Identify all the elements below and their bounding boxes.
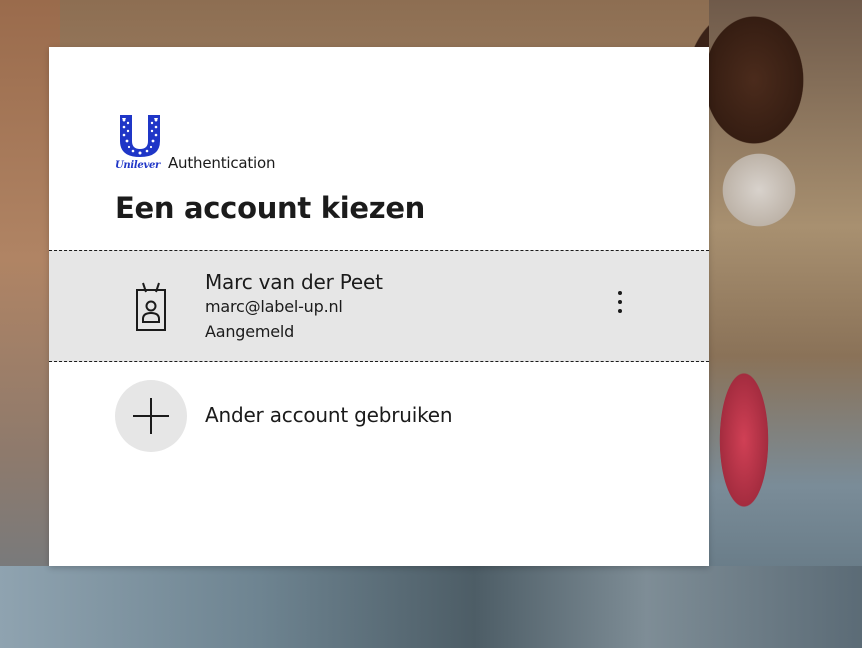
authentication-label: Authentication: [168, 154, 276, 172]
more-vertical-icon[interactable]: [605, 287, 635, 327]
account-tile[interactable]: Marc van der Peet marc@label-up.nl Aange…: [49, 250, 709, 362]
brand-header: Unilever Authentication: [115, 111, 276, 172]
background-bottom: [0, 566, 862, 648]
use-another-account-label: Ander account gebruiken: [205, 403, 453, 427]
account-status: Aangemeld: [205, 322, 295, 341]
account-details: Marc van der Peet marc@label-up.nl Aange…: [205, 269, 383, 345]
use-another-account[interactable]: Ander account gebruiken: [49, 362, 709, 474]
sign-in-card: Unilever Authentication Een account kiez…: [49, 47, 709, 566]
unilever-u-icon: [120, 115, 160, 157]
background-right: [709, 0, 862, 648]
plus-icon: [115, 380, 187, 452]
unilever-wordmark: Unilever: [115, 160, 160, 171]
unilever-logo: Unilever: [115, 113, 165, 171]
badge-person-icon: [115, 271, 187, 343]
page-title: Een account kiezen: [115, 191, 426, 225]
account-name: Marc van der Peet: [205, 270, 383, 294]
account-email: marc@label-up.nl: [205, 297, 343, 316]
